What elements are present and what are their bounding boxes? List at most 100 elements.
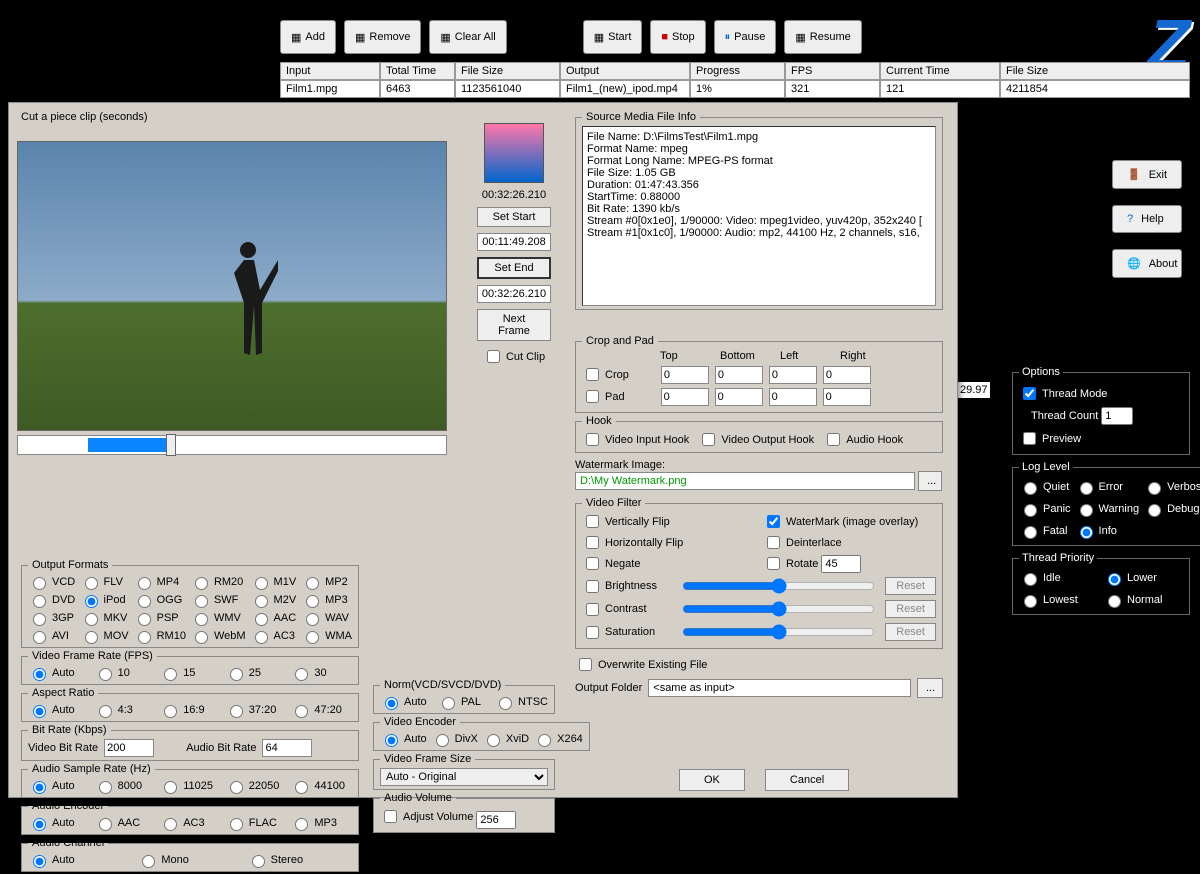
set-start-button[interactable]: Set Start <box>477 207 551 227</box>
ar-4:3[interactable]: 4:3 <box>94 702 156 718</box>
crop-bottom[interactable] <box>715 366 763 384</box>
ar-47:20[interactable]: 47:20 <box>290 702 352 718</box>
fmt-avi[interactable]: AVI <box>28 628 76 644</box>
brightness-reset[interactable]: Reset <box>885 577 936 595</box>
fmt-swf[interactable]: SWF <box>190 592 246 608</box>
saturation-reset[interactable]: Reset <box>885 623 936 641</box>
pad-left[interactable] <box>769 388 817 406</box>
aenc-aac[interactable]: AAC <box>94 815 156 831</box>
fmt-mp4[interactable]: MP4 <box>133 574 186 590</box>
fmt-wav[interactable]: WAV <box>301 610 352 626</box>
pad-right[interactable] <box>823 388 871 406</box>
timeline-slider[interactable] <box>17 435 447 455</box>
norm-ntsc[interactable]: NTSC <box>494 694 548 710</box>
video-input-hook[interactable]: Video Input Hook <box>582 430 689 449</box>
ach-mono[interactable]: Mono <box>137 852 242 868</box>
asr-44100[interactable]: 44100 <box>290 778 352 794</box>
fmt-psp[interactable]: PSP <box>133 610 186 626</box>
overwrite-checkbox[interactable]: Overwrite Existing File <box>575 655 707 674</box>
pad-checkbox[interactable]: Pad <box>582 387 625 406</box>
clear-all-button[interactable]: ▦Clear All <box>429 20 506 54</box>
fmt-rm20[interactable]: RM20 <box>190 574 246 590</box>
norm-pal[interactable]: PAL <box>437 694 490 710</box>
fmt-rm10[interactable]: RM10 <box>133 628 186 644</box>
asr-8000[interactable]: 8000 <box>94 778 156 794</box>
cut-clip-checkbox[interactable]: Cut Clip <box>483 347 545 366</box>
pause-button[interactable]: ⏸Pause <box>714 20 777 54</box>
brightness-checkbox[interactable]: Brightness <box>582 577 672 596</box>
audio-bitrate-field[interactable] <box>262 739 312 757</box>
fmt-mp2[interactable]: MP2 <box>301 574 352 590</box>
watermark-browse-button[interactable]: ... <box>918 471 942 491</box>
asr-22050[interactable]: 22050 <box>225 778 287 794</box>
help-button[interactable]: ?Help <box>1112 205 1182 233</box>
output-folder-field[interactable] <box>648 679 911 697</box>
ar-auto[interactable]: Auto <box>28 702 90 718</box>
media-info-text[interactable]: File Name: D:\FilmsTest\Film1.mpg Format… <box>582 126 936 306</box>
contrast-slider[interactable] <box>682 601 875 617</box>
fmt-webm[interactable]: WebM <box>190 628 246 644</box>
fmt-wmv[interactable]: WMV <box>190 610 246 626</box>
aenc-mp3[interactable]: MP3 <box>290 815 352 831</box>
ach-auto[interactable]: Auto <box>28 852 133 868</box>
deinterlace-checkbox[interactable]: Deinterlace <box>763 533 936 552</box>
queue-row[interactable]: Film1.mpg64631123561040Film1_(new)_ipod.… <box>280 80 1190 98</box>
aenc-ac3[interactable]: AC3 <box>159 815 221 831</box>
audio-hook[interactable]: Audio Hook <box>823 430 903 449</box>
aenc-flac[interactable]: FLAC <box>225 815 287 831</box>
asr-auto[interactable]: Auto <box>28 778 90 794</box>
vfr-10[interactable]: 10 <box>94 665 156 681</box>
fmt-ogg[interactable]: OGG <box>133 592 186 608</box>
log-debug[interactable]: Debug <box>1143 501 1200 517</box>
end-time-field[interactable] <box>477 285 551 303</box>
log-warning[interactable]: Warning <box>1075 501 1140 517</box>
fmt-mkv[interactable]: MKV <box>80 610 129 626</box>
next-frame-button[interactable]: Next Frame <box>477 309 551 341</box>
log-error[interactable]: Error <box>1075 479 1140 495</box>
fmt-dvd[interactable]: DVD <box>28 592 76 608</box>
volume-field[interactable] <box>476 811 516 829</box>
negate-checkbox[interactable]: Negate <box>582 554 755 573</box>
video-bitrate-field[interactable] <box>104 739 154 757</box>
vfr-30[interactable]: 30 <box>290 665 352 681</box>
ar-16:9[interactable]: 16:9 <box>159 702 221 718</box>
contrast-reset[interactable]: Reset <box>885 600 936 618</box>
tp-lower[interactable]: Lower <box>1103 570 1183 586</box>
about-button[interactable]: 🌐About <box>1112 249 1182 278</box>
preview-checkbox[interactable]: Preview <box>1019 429 1081 448</box>
crop-left[interactable] <box>769 366 817 384</box>
vfr-auto[interactable]: Auto <box>28 665 90 681</box>
output-folder-browse[interactable]: ... <box>917 678 943 698</box>
pad-bottom[interactable] <box>715 388 763 406</box>
frame-size-select[interactable]: Auto - Original <box>380 768 548 786</box>
remove-button[interactable]: ▦Remove <box>344 20 421 54</box>
fmt-ac3[interactable]: AC3 <box>250 628 298 644</box>
fmt-wma[interactable]: WMA <box>301 628 352 644</box>
aenc-auto[interactable]: Auto <box>28 815 90 831</box>
fmt-aac[interactable]: AAC <box>250 610 298 626</box>
fmt-mp3[interactable]: MP3 <box>301 592 352 608</box>
fmt-mov[interactable]: MOV <box>80 628 129 644</box>
asr-11025[interactable]: 11025 <box>159 778 221 794</box>
contrast-checkbox[interactable]: Contrast <box>582 600 672 619</box>
hflip-checkbox[interactable]: Horizontally Flip <box>582 533 755 552</box>
adjust-volume-checkbox[interactable]: Adjust Volume <box>380 807 473 826</box>
set-end-button[interactable]: Set End <box>477 257 551 279</box>
venc-xvid[interactable]: XviD <box>482 731 529 747</box>
brightness-slider[interactable] <box>682 578 875 594</box>
tp-lowest[interactable]: Lowest <box>1019 592 1099 608</box>
log-verbose[interactable]: Verbose <box>1143 479 1200 495</box>
pad-top[interactable] <box>661 388 709 406</box>
thread-count-field[interactable]: Thread Count <box>1031 407 1133 425</box>
exit-button[interactable]: 🚪Exit <box>1112 160 1182 189</box>
venc-divx[interactable]: DivX <box>431 731 478 747</box>
resume-button[interactable]: ▦Resume <box>784 20 861 54</box>
fmt-m1v[interactable]: M1V <box>250 574 298 590</box>
fmt-3gp[interactable]: 3GP <box>28 610 76 626</box>
stop-button[interactable]: ■Stop <box>650 20 705 54</box>
thread-mode-checkbox[interactable]: Thread Mode <box>1019 384 1107 403</box>
add-button[interactable]: ▦Add <box>280 20 336 54</box>
tp-idle[interactable]: Idle <box>1019 570 1099 586</box>
venc-x264[interactable]: X264 <box>533 731 583 747</box>
fmt-flv[interactable]: FLV <box>80 574 129 590</box>
